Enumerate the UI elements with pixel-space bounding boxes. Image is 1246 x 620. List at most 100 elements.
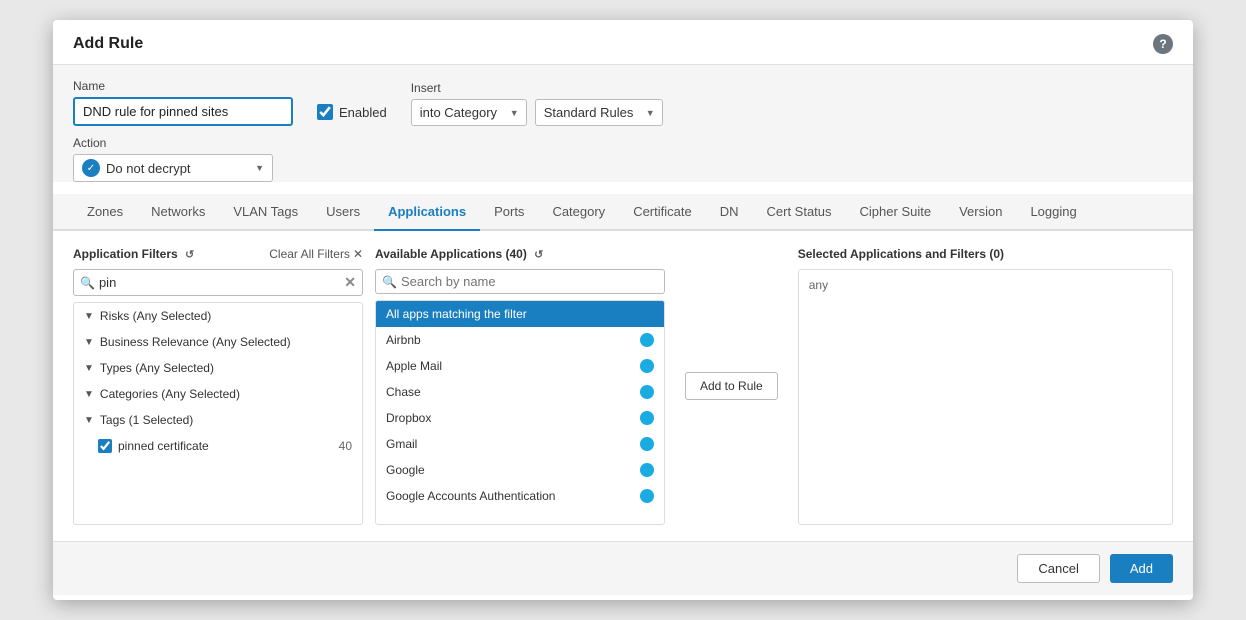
insert-label: Insert	[411, 81, 663, 95]
google-accounts-label: Google Accounts Authentication	[386, 489, 555, 503]
google-dot	[640, 463, 654, 477]
name-label: Name	[73, 79, 293, 93]
rules-select[interactable]: Standard Rules	[535, 99, 663, 126]
action-group: Action ✓ Do not decrypt ▼	[73, 136, 273, 182]
tab-vlan-tags[interactable]: VLAN Tags	[219, 194, 312, 231]
dropbox-label: Dropbox	[386, 411, 431, 425]
biz-arrow: ▼	[84, 337, 94, 348]
add-rule-modal: Add Rule ? Name Enabled Insert into	[53, 20, 1193, 600]
tab-applications[interactable]: Applications	[374, 194, 480, 231]
content-area: Application Filters ↺ Clear All Filters …	[53, 231, 1193, 541]
pinned-cert-label: pinned certificate	[118, 439, 209, 453]
filter-business-relevance[interactable]: ▼ Business Relevance (Any Selected)	[74, 329, 362, 355]
app-row-google-accounts[interactable]: Google Accounts Authentication	[376, 483, 664, 509]
modal-title: Add Rule	[73, 35, 143, 53]
rules-select-wrapper: Standard Rules	[535, 99, 663, 126]
add-to-rule-button[interactable]: Add to Rule	[685, 372, 778, 400]
insert-select[interactable]: into Category	[411, 99, 527, 126]
form-row-top: Name Enabled Insert into Category	[73, 79, 1173, 126]
tab-version[interactable]: Version	[945, 194, 1016, 231]
google-label: Google	[386, 463, 425, 477]
types-arrow: ▼	[84, 363, 94, 374]
action-icon: ✓	[82, 159, 100, 177]
app-row-all-matching[interactable]: All apps matching the filter	[376, 301, 664, 327]
available-apps-title-text: Available Applications (40)	[375, 247, 527, 261]
airbnb-dot	[640, 333, 654, 347]
filter-search-clear[interactable]: ✕	[344, 274, 356, 291]
name-input[interactable]	[73, 97, 293, 126]
pinned-cert-filter-item[interactable]: pinned certificate 40	[74, 433, 362, 459]
app-row-apple-mail[interactable]: Apple Mail	[376, 353, 664, 379]
filter-categories[interactable]: ▼ Categories (Any Selected)	[74, 381, 362, 407]
gmail-label: Gmail	[386, 437, 417, 451]
selected-apps-header: Selected Applications and Filters (0)	[798, 247, 1173, 261]
apple-mail-label: Apple Mail	[386, 359, 442, 373]
filters-panel-header: Application Filters ↺ Clear All Filters …	[73, 247, 363, 261]
add-btn-area: Add to Rule	[677, 247, 786, 525]
application-filters-panel: Application Filters ↺ Clear All Filters …	[73, 247, 363, 525]
available-apps-panel: Available Applications (40) ↺ 🔍 All apps…	[375, 247, 665, 525]
apps-search-icon: 🔍	[382, 275, 397, 289]
apps-list: All apps matching the filter Airbnb Appl…	[375, 300, 665, 525]
action-chevron: ▼	[255, 163, 264, 173]
enabled-group: Enabled	[317, 104, 387, 126]
filter-types[interactable]: ▼ Types (Any Selected)	[74, 355, 362, 381]
chase-label: Chase	[386, 385, 421, 399]
gmail-dot	[640, 437, 654, 451]
selected-apps-title: Selected Applications and Filters (0)	[798, 247, 1004, 261]
selected-apps-panel: Selected Applications and Filters (0) an…	[798, 247, 1173, 525]
form-area: Name Enabled Insert into Category	[53, 65, 1193, 182]
tab-cert-status[interactable]: Cert Status	[753, 194, 846, 231]
tab-cipher-suite[interactable]: Cipher Suite	[846, 194, 946, 231]
tag-row-wrapper: pinned certificate 40	[74, 433, 362, 459]
tab-logging[interactable]: Logging	[1016, 194, 1090, 231]
tab-zones[interactable]: Zones	[73, 194, 137, 231]
insert-select-wrapper: into Category	[411, 99, 527, 126]
enabled-checkbox[interactable]	[317, 104, 333, 120]
filter-tags[interactable]: ▼ Tags (1 Selected)	[74, 407, 362, 433]
filters-refresh-icon[interactable]: ↺	[185, 248, 194, 261]
tab-category[interactable]: Category	[538, 194, 619, 231]
app-row-chase[interactable]: Chase	[376, 379, 664, 405]
filter-search-input[interactable]	[99, 275, 340, 290]
chase-dot	[640, 385, 654, 399]
airbnb-label: Airbnb	[386, 333, 421, 347]
app-row-gmail[interactable]: Gmail	[376, 431, 664, 457]
google-accounts-dot	[640, 489, 654, 503]
biz-label: Business Relevance (Any Selected)	[100, 335, 291, 349]
app-row-dropbox[interactable]: Dropbox	[376, 405, 664, 431]
tags-label: Tags (1 Selected)	[100, 413, 193, 427]
modal-footer: Cancel Add	[53, 541, 1193, 595]
app-row-google[interactable]: Google	[376, 457, 664, 483]
filter-search-icon: 🔍	[80, 276, 95, 290]
insert-group: Insert into Category Standard Rules	[411, 81, 663, 126]
tab-dn[interactable]: DN	[706, 194, 753, 231]
modal-header: Add Rule ?	[53, 20, 1193, 65]
tab-users[interactable]: Users	[312, 194, 374, 231]
available-apps-refresh[interactable]: ↺	[534, 248, 543, 261]
tab-certificate[interactable]: Certificate	[619, 194, 706, 231]
clear-all-button[interactable]: Clear All Filters ✕	[269, 247, 363, 261]
app-all-matching-label: All apps matching the filter	[386, 307, 527, 321]
help-icon[interactable]: ?	[1153, 34, 1173, 54]
apps-search-input[interactable]	[401, 274, 658, 289]
app-row-airbnb[interactable]: Airbnb	[376, 327, 664, 353]
add-button[interactable]: Add	[1110, 554, 1173, 583]
cats-arrow: ▼	[84, 389, 94, 400]
tab-ports[interactable]: Ports	[480, 194, 538, 231]
filter-risks[interactable]: ▼ Risks (Any Selected)	[74, 303, 362, 329]
selected-apps-box: any	[798, 269, 1173, 525]
filter-list: ▼ Risks (Any Selected) ▼ Business Releva…	[73, 302, 363, 525]
cancel-button[interactable]: Cancel	[1017, 554, 1099, 583]
apple-mail-dot	[640, 359, 654, 373]
types-label: Types (Any Selected)	[100, 361, 214, 375]
apps-search-box: 🔍	[375, 269, 665, 294]
risks-label: Risks (Any Selected)	[100, 309, 211, 323]
enabled-label-text: Enabled	[339, 105, 387, 120]
pinned-cert-checkbox[interactable]	[98, 439, 112, 453]
available-apps-title: Available Applications (40) ↺	[375, 247, 543, 261]
dropbox-dot	[640, 411, 654, 425]
tab-networks[interactable]: Networks	[137, 194, 219, 231]
pinned-cert-count: 40	[339, 439, 352, 453]
clear-all-icon: ✕	[353, 247, 363, 261]
